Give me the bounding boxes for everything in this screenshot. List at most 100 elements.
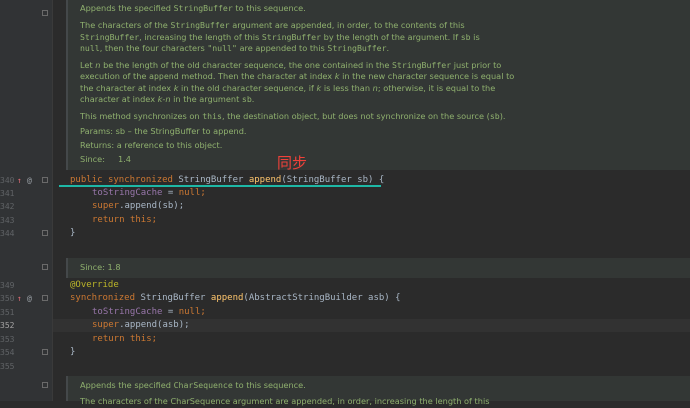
keyword: return	[92, 215, 125, 225]
doc-text: in the old character sequence, if	[178, 82, 317, 93]
override-marker-icon[interactable]: ↑	[17, 292, 22, 305]
doc-text: is	[470, 31, 480, 42]
doc-code: StringBuffer	[80, 31, 140, 42]
fold-toggle-icon[interactable]	[42, 10, 48, 16]
keyword: super	[92, 320, 120, 330]
line-number: 340	[0, 176, 15, 185]
doc-text: in the new character sequence is equal t…	[339, 71, 515, 82]
code-line-343[interactable]: return this;	[92, 214, 157, 227]
line-number: 342	[0, 202, 15, 211]
fold-toggle-icon[interactable]	[42, 295, 48, 301]
doc-text: , then the four characters	[99, 42, 208, 53]
doc-text: in the argument	[170, 94, 242, 105]
field-name: toStringCache	[92, 307, 163, 317]
keyword: synchronized	[107, 175, 173, 185]
annotation-marker-icon[interactable]: @	[27, 174, 32, 187]
doc-text: is less than	[321, 82, 373, 93]
line-number: 353	[0, 335, 15, 344]
doc-text: , the destination object, but does not s…	[221, 111, 490, 122]
line-number: 349	[0, 281, 15, 290]
gutter-separator	[52, 0, 53, 401]
line-number: 350	[0, 294, 15, 303]
fold-toggle-icon[interactable]	[42, 230, 48, 236]
doc-text: to this sequence.	[232, 380, 306, 390]
line-number: 355	[0, 362, 15, 371]
code-line-351[interactable]: toStringCache = null;	[92, 306, 206, 319]
doc-returns: Returns: a reference to this object.	[80, 139, 223, 150]
doc-text: execution of the	[80, 71, 150, 82]
code-text: .append(asb);	[119, 320, 190, 330]
keyword: synchronized	[70, 293, 136, 303]
code-text: ;	[200, 188, 206, 198]
code-line-352[interactable]: super.append(asb);	[92, 319, 190, 332]
doc-text: , increasing the length of this	[139, 31, 262, 42]
code-text: =	[162, 188, 179, 198]
code-line-342[interactable]: super.append(sb);	[92, 200, 184, 213]
fold-toggle-icon[interactable]	[42, 177, 48, 183]
doc-text: .	[251, 94, 255, 105]
sync-annotation-label: 同步	[277, 154, 308, 172]
doc-text: method. Then the character at index	[178, 71, 335, 82]
fold-toggle-icon[interactable]	[42, 264, 48, 270]
code-line-353[interactable]: return this;	[92, 333, 157, 346]
doc-code: CharSequence	[173, 380, 233, 390]
code-line-344[interactable]: }	[70, 227, 75, 240]
code-line-354[interactable]: }	[70, 346, 75, 359]
doc-code: StringBuffer	[391, 60, 452, 71]
line-number: 344	[0, 229, 15, 238]
doc-text: to this sequence.	[232, 3, 306, 13]
code-text: ;	[151, 215, 158, 225]
keyword: this	[129, 215, 152, 225]
javadoc-rendered-block: Appends the specified CharSequence to th…	[66, 376, 690, 406]
doc-code: StringBuffer	[173, 3, 233, 13]
doc-text: be the length of the old character seque…	[100, 60, 392, 71]
doc-text: just prior to	[451, 60, 502, 71]
doc-text: This method synchronizes on	[80, 111, 203, 122]
keyword: this	[129, 334, 152, 344]
doc-code: "null"	[207, 42, 237, 53]
doc-text: Appends the specified	[80, 3, 174, 13]
doc-code: null	[80, 42, 100, 53]
doc-text: character at index	[80, 94, 158, 105]
doc-text: the character at index	[80, 82, 174, 93]
method-name: append	[210, 293, 244, 303]
code-text: ;	[200, 307, 206, 317]
doc-code: this	[202, 111, 222, 122]
doc-var: k-n	[157, 94, 171, 105]
fold-toggle-icon[interactable]	[42, 349, 48, 355]
doc-text: are appended to this	[236, 42, 328, 53]
keyword: null	[178, 307, 201, 317]
code-line-350[interactable]: synchronized StringBuffer append(Abstrac…	[70, 292, 401, 305]
line-number-current: 352	[0, 321, 15, 330]
code-line-349[interactable]: @Override	[70, 279, 119, 292]
keyword: public	[70, 175, 103, 185]
line-number: 343	[0, 216, 15, 225]
keyword: return	[92, 334, 125, 344]
doc-text: ; otherwise, it is equal to the	[377, 82, 496, 93]
doc-since: Since: 1.4	[80, 154, 131, 165]
code-text: =	[162, 307, 179, 317]
doc-code: append	[149, 71, 179, 82]
method-params: (AbstractStringBuilder asb) {	[243, 293, 401, 303]
code-line-341[interactable]: toStringCache = null;	[92, 187, 206, 200]
keyword: null	[178, 188, 201, 198]
method-name: append	[248, 175, 282, 185]
doc-code: StringBuffer	[261, 31, 322, 42]
fold-toggle-icon[interactable]	[42, 382, 48, 388]
doc-code: StringBuffer	[327, 42, 387, 53]
annotation-marker-icon[interactable]: @	[27, 292, 32, 305]
line-number: 354	[0, 348, 15, 357]
method-params: (StringBuffer sb) {	[281, 175, 385, 185]
doc-code: sb	[241, 94, 252, 105]
keyword: super	[92, 201, 120, 211]
line-number: 341	[0, 189, 15, 198]
doc-text: by the length of the argument. If	[321, 31, 461, 42]
doc-since: Since: 1.8	[80, 262, 121, 272]
javadoc-rendered-block: Appends the specified StringBuffer to th…	[66, 0, 690, 170]
override-marker-icon[interactable]: ↑	[17, 174, 22, 187]
code-line-340[interactable]: public synchronized StringBuffer append(…	[70, 174, 384, 187]
doc-text: ).	[499, 111, 506, 122]
doc-code: sb	[489, 111, 500, 122]
type-name: StringBuffer	[178, 175, 244, 185]
doc-code: StringBuffer	[170, 20, 230, 31]
